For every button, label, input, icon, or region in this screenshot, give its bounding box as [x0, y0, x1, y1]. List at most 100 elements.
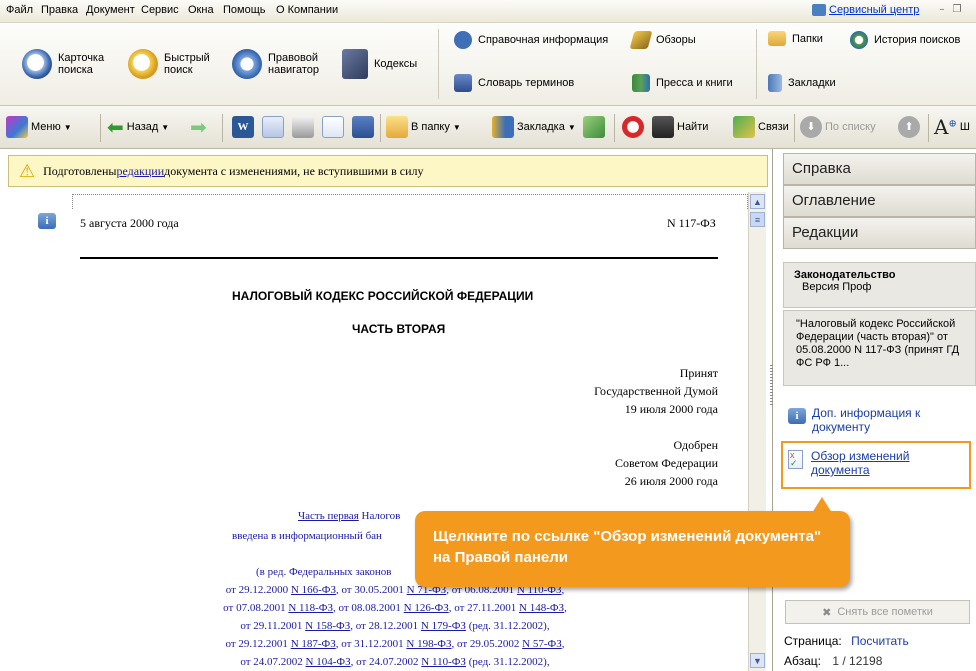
find-button[interactable]: Найти	[652, 115, 708, 139]
no-entry-icon	[622, 116, 644, 138]
law-link[interactable]: N 104-ФЗ	[306, 656, 351, 668]
restore-button[interactable]: ❐	[950, 3, 964, 17]
chevron-down-icon: ▼	[161, 122, 170, 132]
edit-note-button[interactable]	[583, 115, 605, 139]
tab-reference[interactable]: Справка	[783, 153, 976, 185]
scroll-down-arrow[interactable]: ▼	[750, 653, 765, 668]
info-icon[interactable]: i	[38, 213, 56, 229]
service-center-icon	[812, 4, 826, 16]
glossary-button[interactable]: Словарь терминов	[454, 74, 574, 92]
info-book-icon	[454, 31, 472, 49]
back-arrow-icon: ⬅	[107, 115, 124, 139]
clear-marks-button[interactable]: ✖ Снять все пометки	[785, 600, 970, 624]
font-size-button[interactable]: A⊕ Ш	[934, 115, 970, 139]
menu-help[interactable]: Помощь	[223, 4, 266, 16]
save-button[interactable]	[352, 115, 374, 139]
book-icon	[342, 49, 368, 79]
minimize-button[interactable]: –	[935, 3, 949, 17]
menu-about[interactable]: О Компании	[276, 4, 338, 16]
page-counter: Страница: Посчитать	[784, 634, 909, 648]
part-one-link[interactable]: Часть первая	[298, 510, 359, 522]
doc-number: N 117-ФЗ	[667, 216, 716, 230]
by-list-button[interactable]: ⬇ По списку	[800, 115, 876, 139]
stop-button[interactable]	[622, 115, 644, 139]
changes-review-link[interactable]: x ✓ Обзор изменений документа	[788, 449, 964, 477]
doc-header-box	[72, 194, 748, 209]
scroll-up-arrow[interactable]: ▲	[750, 194, 765, 209]
compass-icon	[232, 49, 262, 79]
law-link[interactable]: N 148-ФЗ	[519, 602, 564, 614]
law-link[interactable]: N 179-ФЗ	[421, 620, 466, 632]
to-folder-button[interactable]: В папку ▼	[386, 115, 461, 139]
print-button[interactable]	[292, 115, 314, 139]
export-button[interactable]	[262, 115, 284, 139]
hint-callout: Щелкните по ссылке "Обзор изменений доку…	[415, 511, 850, 587]
law-link[interactable]: N 110-ФЗ	[421, 656, 466, 668]
law-link[interactable]: N 198-ФЗ	[406, 638, 451, 650]
printer-icon	[292, 116, 314, 138]
document-scrollbar[interactable]: ▲ ≡ ▼	[748, 192, 766, 671]
word-icon: W	[232, 116, 254, 138]
extra-info-link[interactable]: i Доп. информация к документу	[788, 406, 970, 434]
document-changes-icon: x ✓	[788, 450, 803, 469]
bookmark-button[interactable]: Закладка ▼	[492, 115, 576, 139]
law-link[interactable]: N 166-ФЗ	[291, 584, 336, 596]
note-pencil-icon	[583, 116, 605, 138]
menu-edit[interactable]: Правка	[41, 4, 78, 16]
tab-editions[interactable]: Редакции	[783, 217, 976, 249]
service-center-link[interactable]: Сервисный центр	[812, 4, 919, 16]
forward-button[interactable]: ➡	[190, 115, 207, 139]
clear-x-icon: ✖	[822, 605, 832, 619]
scroll-thumb[interactable]: ≡	[750, 212, 765, 227]
tab-contents[interactable]: Оглавление	[783, 185, 976, 217]
links-icon	[733, 116, 755, 138]
pen-icon	[629, 31, 653, 49]
editions-line-2: от 07.08.2001 N 118-ФЗ, от 08.08.2001 N …	[223, 602, 567, 614]
law-link[interactable]: N 126-ФЗ	[404, 602, 449, 614]
editions-line-4: от 29.12.2001 N 187-ФЗ, от 31.12.2001 N …	[225, 638, 565, 650]
books-icon	[632, 74, 650, 92]
font-increase-icon: A⊕	[934, 115, 957, 139]
folders-button[interactable]: Папки	[768, 31, 823, 46]
law-link[interactable]: N 57-ФЗ	[522, 638, 562, 650]
search-history-button[interactable]: История поисков	[850, 31, 960, 49]
press-books-button[interactable]: Пресса и книги	[632, 74, 733, 92]
card-search-button[interactable]: Карточка поиска	[22, 49, 110, 79]
preview-button[interactable]	[322, 115, 344, 139]
info-icon: i	[788, 408, 806, 424]
hint-text: Щелкните по ссылке "Обзор изменений доку…	[433, 528, 822, 566]
intro-line: Часть первая Налогов	[298, 510, 401, 522]
bookmarks-button[interactable]: Закладки	[768, 74, 836, 92]
down-circle-icon: ⬇	[800, 116, 822, 138]
menu-file[interactable]: Файл	[6, 4, 33, 16]
splitter-grip[interactable]	[770, 365, 773, 405]
notice-bar: ⚠ Подготовлены редакции документа с изме…	[8, 155, 768, 187]
codes-button[interactable]: Кодексы	[342, 49, 417, 79]
chevron-down-icon: ▼	[63, 122, 72, 132]
law-link[interactable]: N 118-ФЗ	[288, 602, 333, 614]
links-button[interactable]: Связи	[733, 115, 789, 139]
legal-navigator-button[interactable]: Правовой навигатор	[232, 49, 328, 79]
editions-link[interactable]: редакции	[116, 164, 164, 179]
editions-prefix: (в ред. Федеральных законов	[256, 566, 392, 578]
count-pages-link[interactable]: Посчитать	[851, 634, 909, 648]
menu-service[interactable]: Сервис	[141, 4, 179, 16]
reference-info-button[interactable]: Справочная информация	[454, 31, 608, 49]
binoculars-icon	[652, 116, 674, 138]
back-button[interactable]: ⬅ Назад ▼	[107, 115, 169, 139]
menu-document[interactable]: Документ	[86, 4, 135, 16]
law-link[interactable]: N 158-ФЗ	[305, 620, 350, 632]
up-button[interactable]: ⬆	[898, 115, 920, 139]
folder-add-icon	[386, 116, 408, 138]
doc-date: 5 августа 2000 года	[80, 216, 179, 230]
folder-icon	[768, 31, 786, 46]
quick-search-button[interactable]: Быстрый поиск	[128, 49, 210, 79]
menu-button[interactable]: Меню ▼	[6, 115, 72, 139]
law-link[interactable]: N 187-ФЗ	[291, 638, 336, 650]
doc-divider	[80, 257, 718, 259]
bookmark-icon	[492, 116, 514, 138]
intro-line-2: введена в информационный бан	[232, 530, 382, 542]
reviews-button[interactable]: Обзоры	[629, 31, 696, 49]
word-export-button[interactable]: W	[232, 115, 254, 139]
menu-windows[interactable]: Окна	[188, 4, 214, 16]
